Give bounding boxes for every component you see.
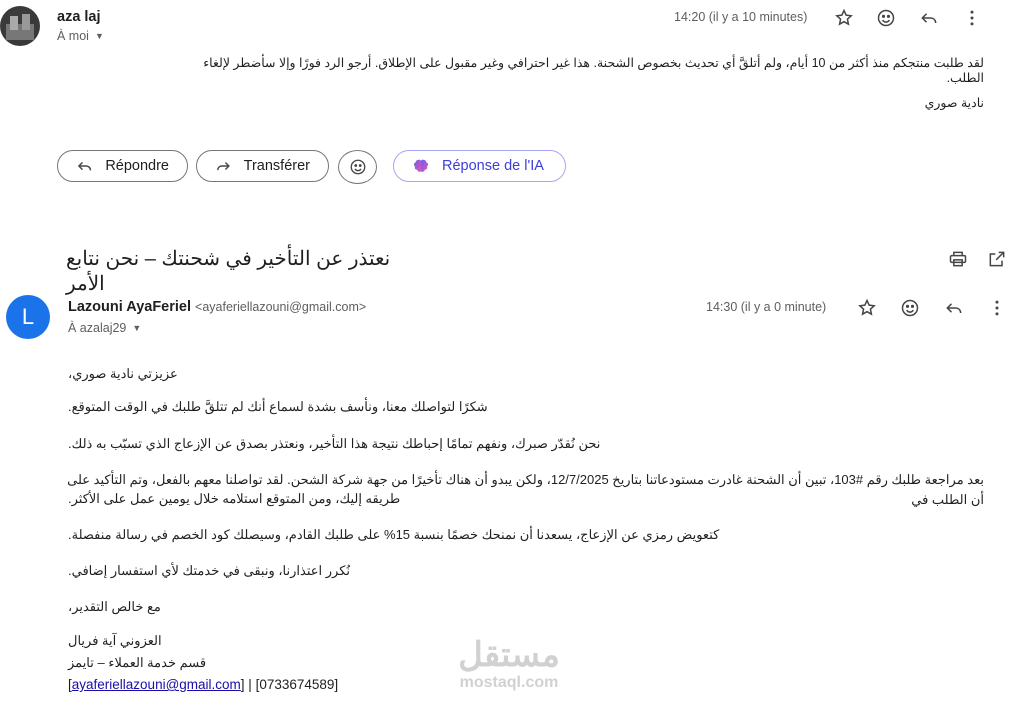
print-icon[interactable] — [944, 245, 972, 273]
signature-department: قسم خدمة العملاء – تايمز — [68, 655, 207, 670]
message-paragraph: نُكرر اعتذارنا، ونبقى في خدمتك لأي استفس… — [68, 563, 350, 578]
chevron-down-icon: ▼ — [132, 323, 142, 333]
emoji-icon — [350, 159, 365, 175]
avatar[interactable]: L — [6, 295, 50, 339]
email-subject: نعتذر عن التأخير في شحنتك – نحن نتابع ال… — [66, 248, 391, 295]
message-closing: مع خالص التقدير، — [68, 599, 161, 614]
message-body-line: لقد طلبت منتجكم منذ أكثر من 10 أيام، ولم… — [203, 56, 984, 85]
recipient-label: À moi — [57, 29, 89, 43]
avatar-letter: L — [21, 304, 35, 329]
message-paragraph: نحن نُقدّر صبرك، ونفهم تمامًا إحباطك نتي… — [68, 436, 601, 451]
message-signature: نادية صوري — [924, 96, 984, 110]
open-new-window-icon[interactable] — [983, 245, 1011, 273]
reply-icon — [77, 161, 92, 171]
watermark-site: mostaql.com — [459, 674, 559, 691]
ai-reply-button[interactable]: Réponse de l'IA — [393, 150, 566, 182]
brain-icon — [413, 159, 429, 172]
reply-icon[interactable] — [940, 294, 968, 322]
reply-icon[interactable] — [915, 4, 943, 32]
message-paragraph: كتعويض رمزي عن الإزعاج، يسعدنا أن نمنحك … — [68, 527, 720, 542]
message-paragraph: شكرًا لتواصلك معنا، ونأسف بشدة لسماع أنك… — [68, 399, 488, 414]
message-time: 14:20 (il y a 10 minutes) — [674, 10, 808, 24]
signature-name: العزوني آية فريال — [68, 633, 162, 648]
signature-email-link[interactable]: ayaferiellazouni@gmail.com — [72, 677, 241, 692]
watermark-logo: مستقل mostaql.com — [444, 636, 574, 692]
emoji-icon[interactable] — [872, 4, 900, 32]
sender-name[interactable]: Lazouni AyaFeriel — [68, 299, 191, 315]
message-time: 14:30 (il y a 0 minute) — [706, 300, 827, 314]
reply-label: Répondre — [105, 158, 169, 174]
more-options-icon[interactable] — [983, 294, 1011, 322]
star-icon[interactable] — [853, 294, 881, 322]
signature-phone: [0733674589] — [255, 677, 339, 692]
forward-label: Transférer — [243, 158, 310, 174]
recipient-dropdown[interactable]: À moi ▼ — [57, 29, 104, 43]
message-greeting: عزيزتي نادية صوري، — [68, 366, 178, 381]
chevron-down-icon: ▼ — [94, 31, 104, 41]
sender-email: <ayaferiellazouni@gmail.com> — [195, 300, 367, 314]
avatar[interactable] — [0, 6, 40, 46]
forward-button[interactable]: Transférer — [196, 150, 329, 182]
watermark-brand: مستقل — [458, 636, 560, 674]
message-paragraph: طريقه إليك، ومن المتوقع استلامه خلال يوم… — [68, 491, 401, 506]
signature-contact: [ayaferiellazouni@gmail.com] | [07336745… — [68, 677, 339, 692]
recipient-label: À azalaj29 — [68, 321, 127, 335]
forward-icon — [217, 162, 230, 171]
star-icon[interactable] — [830, 4, 858, 32]
emoji-reaction-button[interactable] — [338, 150, 377, 184]
emoji-icon[interactable] — [896, 294, 924, 322]
more-options-icon[interactable] — [958, 4, 986, 32]
ai-reply-label: Réponse de l'IA — [442, 158, 544, 174]
sender-line: Lazouni AyaFeriel <ayaferiellazouni@gmai… — [68, 299, 366, 315]
reply-button[interactable]: Répondre — [57, 150, 188, 182]
recipient-dropdown[interactable]: À azalaj29 ▼ — [68, 321, 141, 335]
sender-name[interactable]: aza laj — [57, 9, 101, 25]
